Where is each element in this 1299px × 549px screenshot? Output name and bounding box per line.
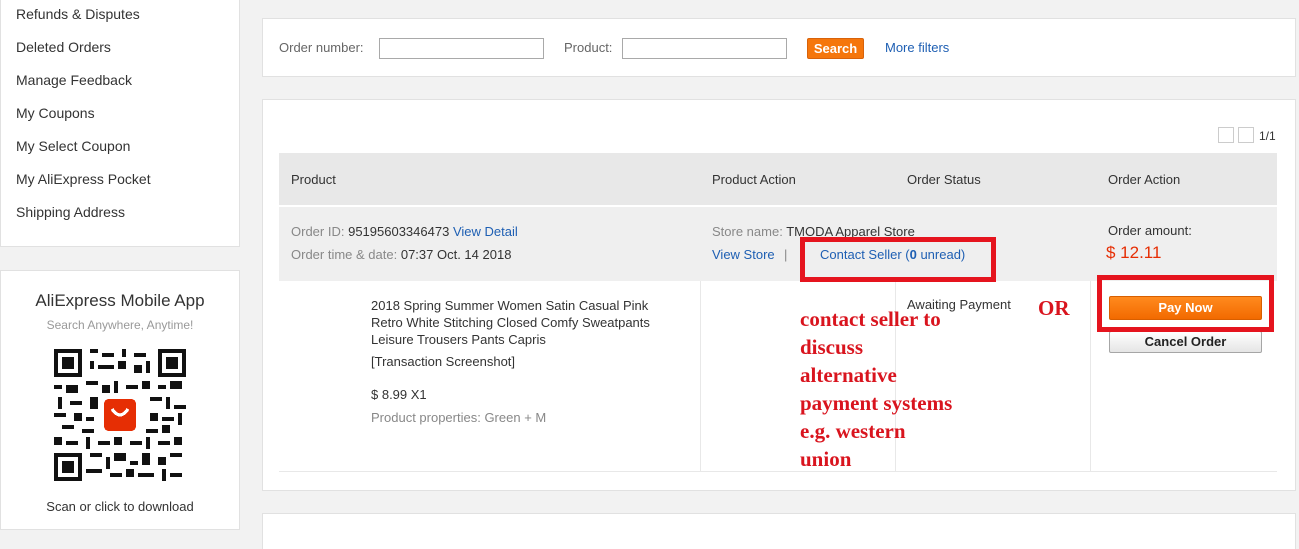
qr-code-icon[interactable]	[54, 349, 186, 481]
order-number-input[interactable]	[379, 38, 544, 59]
order-time-value: 07:37 Oct. 14 2018	[400, 247, 512, 262]
order-header-row: Order ID: 95195603346473 View Detail Ord…	[279, 207, 1277, 281]
sidebar-item-my-select-coupon[interactable]: My Select Coupon	[16, 138, 130, 154]
annotation-note-line: contact seller to	[800, 307, 941, 331]
order-amount-label: Order amount:	[1108, 223, 1192, 238]
annotation-note: contact seller to discuss alternative pa…	[800, 305, 952, 473]
product-price: $ 8.99 X1	[371, 387, 427, 402]
order-filter-bar: Order number: Product: Search More filte…	[262, 18, 1296, 77]
header-order-action: Order Action	[1108, 172, 1181, 187]
product-label: Product:	[564, 40, 613, 55]
app-download-link[interactable]: Scan or click to download	[1, 499, 239, 514]
header-product: Product	[291, 172, 336, 187]
annotation-note-line: payment systems	[800, 391, 953, 415]
bottom-panel	[262, 513, 1296, 549]
annotation-note-line: e.g. western	[800, 419, 906, 443]
annotation-note-line: union	[800, 447, 852, 471]
column-divider	[1090, 281, 1091, 471]
sidebar-item-manage-feedback[interactable]: Manage Feedback	[16, 72, 132, 88]
product-input[interactable]	[622, 38, 787, 59]
sidebar-item-my-aliexpress-pocket[interactable]: My AliExpress Pocket	[16, 171, 151, 187]
annotation-box-contact-seller	[800, 237, 996, 282]
sidebar-item-deleted-orders[interactable]: Deleted Orders	[16, 39, 111, 55]
order-number-label: Order number:	[279, 40, 364, 55]
transaction-screenshot-link[interactable]: [Transaction Screenshot]	[371, 354, 515, 369]
app-promo-title: AliExpress Mobile App	[35, 291, 205, 310]
view-store-link[interactable]: View Store	[712, 247, 775, 262]
annotation-or: OR	[1038, 296, 1070, 320]
order-time-label: Order time & date:	[291, 247, 398, 262]
product-title-link[interactable]: 2018 Spring Summer Women Satin Casual Pi…	[371, 297, 681, 348]
order-id-value: 95195603346473	[348, 224, 450, 239]
header-product-action: Product Action	[712, 172, 796, 187]
store-name-label: Store name:	[712, 224, 783, 239]
annotation-box-pay-now	[1097, 275, 1274, 332]
cancel-order-button[interactable]: Cancel Order	[1109, 331, 1262, 353]
next-page-button[interactable]	[1238, 127, 1254, 143]
view-detail-link[interactable]: View Detail	[453, 224, 518, 239]
annotation-note-line: discuss	[800, 335, 864, 359]
annotation-note-line: alternative	[800, 363, 897, 387]
sidebar-menu: Refunds & Disputes Deleted Orders Manage…	[0, 0, 240, 247]
order-time: Order time & date: 07:37 Oct. 14 2018	[291, 247, 511, 262]
sidebar-item-refunds-disputes[interactable]: Refunds & Disputes	[16, 6, 140, 22]
mobile-app-promo: AliExpress Mobile App Search Anywhere, A…	[0, 270, 240, 530]
app-promo-subtitle: Search Anywhere, Anytime!	[46, 318, 194, 332]
order-amount-value: $ 12.11	[1106, 243, 1162, 262]
column-divider	[700, 281, 701, 471]
prev-page-button[interactable]	[1218, 127, 1234, 143]
product-properties: Product properties: Green + M	[371, 410, 547, 425]
page-indicator: 1/1	[1259, 129, 1276, 143]
sidebar-item-my-coupons[interactable]: My Coupons	[16, 105, 95, 121]
link-separator: |	[784, 247, 788, 262]
order-id-label: Order ID:	[291, 224, 345, 239]
more-filters-link[interactable]: More filters	[885, 40, 949, 55]
order-id: Order ID: 95195603346473 View Detail	[291, 224, 518, 239]
table-header: Product Product Action Order Status Orde…	[279, 153, 1277, 205]
sidebar-item-shipping-address[interactable]: Shipping Address	[16, 204, 125, 220]
search-button[interactable]: Search	[807, 38, 864, 59]
header-order-status: Order Status	[907, 172, 981, 187]
